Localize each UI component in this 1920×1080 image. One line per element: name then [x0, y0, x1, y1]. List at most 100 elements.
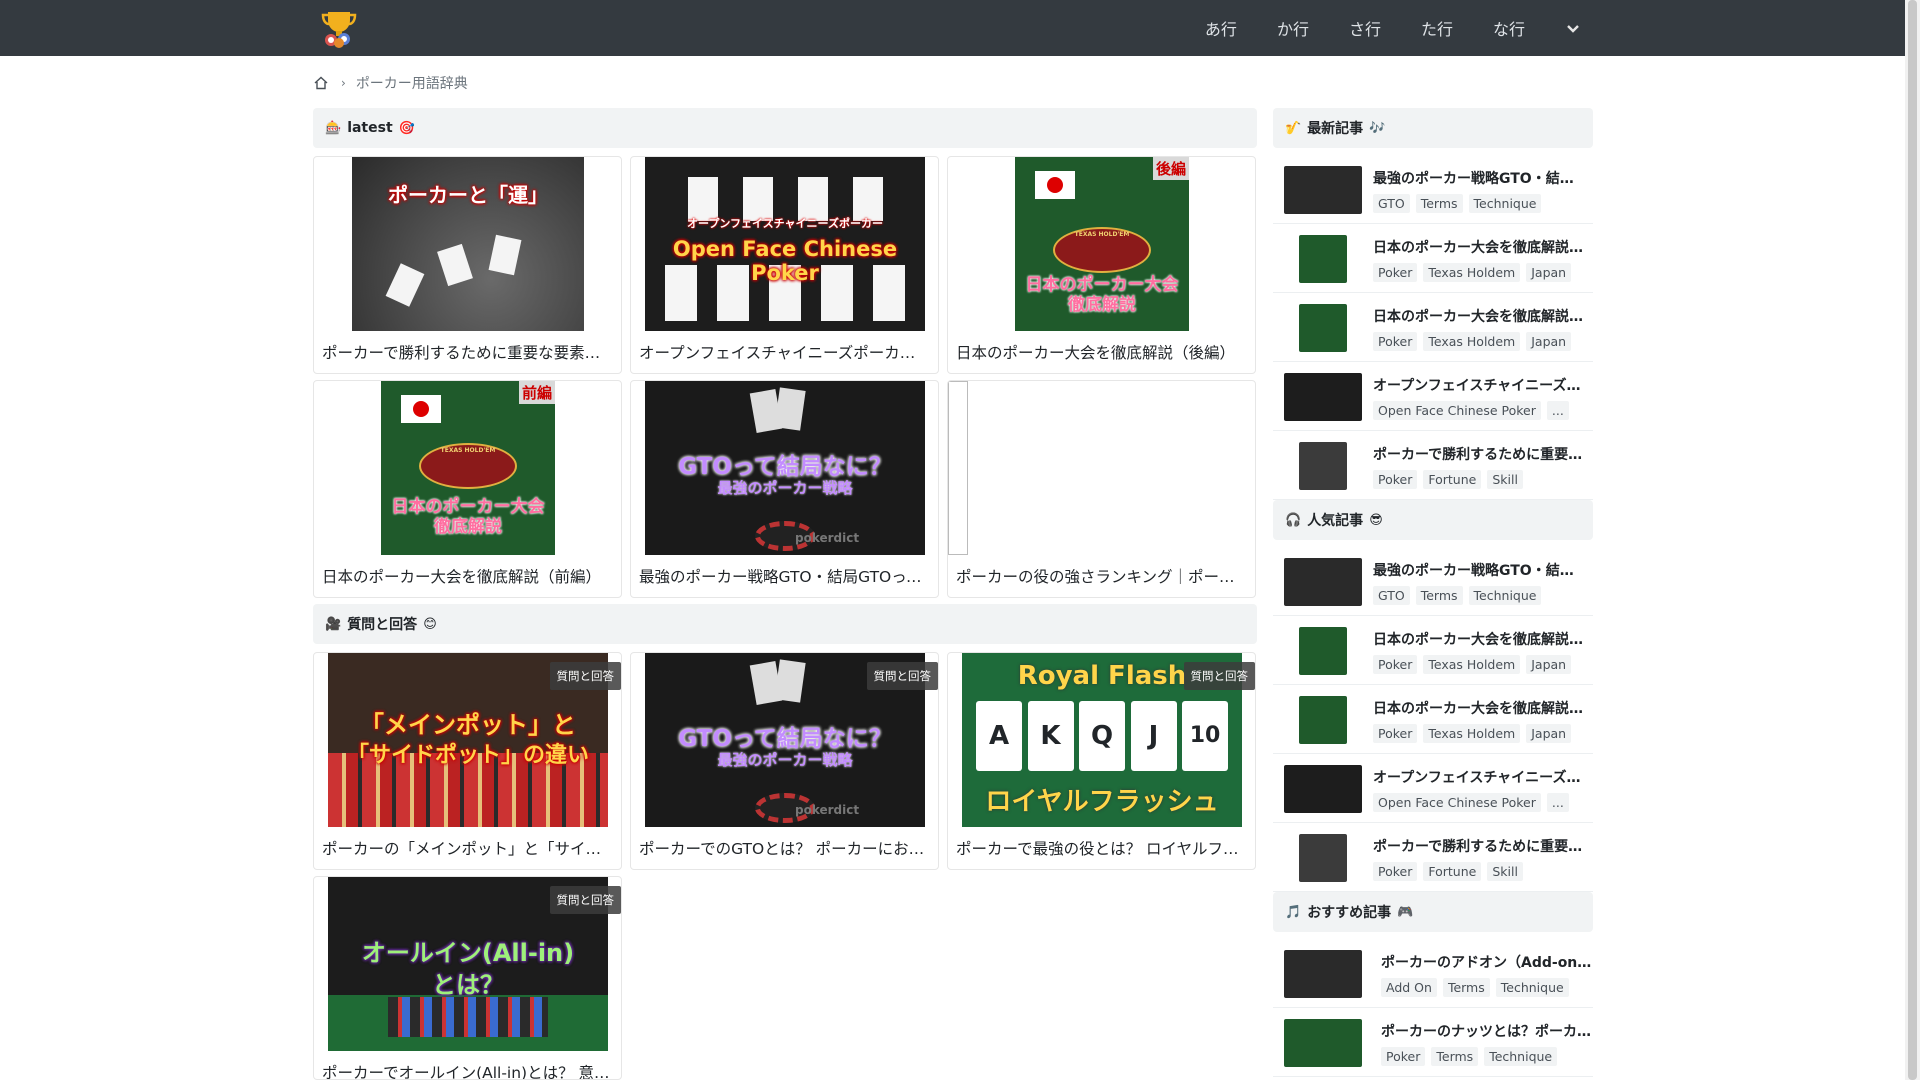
- sidebar-article-latest[interactable]: ポーカーで勝利するために重要な要素 Poker Fortune Skill: [1273, 432, 1593, 500]
- tag-chip[interactable]: GTO: [1373, 194, 1410, 213]
- article-card[interactable]: ポーカーと「運」 ポーカーで勝利するために重要な要素とは？: [313, 156, 622, 374]
- tag-chip[interactable]: Skill: [1487, 470, 1523, 489]
- sidebar-article-latest[interactable]: 最強のポーカー戦略GTO・結局GTOって何？ GTO Terms Technique: [1273, 156, 1593, 224]
- tag-chip[interactable]: Poker: [1381, 1047, 1426, 1066]
- sidebar-article-thumbnail[interactable]: [1299, 627, 1347, 675]
- nav-item-ta[interactable]: た行: [1421, 16, 1453, 40]
- sidebar-article-popular[interactable]: ポーカーで勝利するために重要な要素 Poker Fortune Skill: [1273, 824, 1593, 892]
- tag-chip[interactable]: Texas Holdem: [1423, 655, 1521, 674]
- sidebar-article-thumbnail[interactable]: [1299, 442, 1347, 490]
- tag-chip[interactable]: Fortune: [1423, 862, 1482, 881]
- sidebar-article-title[interactable]: ポーカーのアドオン（Add-on）とは？: [1381, 952, 1593, 972]
- tag-chip[interactable]: Technique: [1495, 978, 1569, 997]
- tag-chip[interactable]: Open Face Chinese Poker: [1373, 793, 1541, 812]
- sidebar-article-title[interactable]: 最強のポーカー戦略GTO・結局GTOって何？: [1373, 168, 1585, 188]
- chevron-down-icon[interactable]: [1561, 16, 1585, 40]
- tag-chip[interactable]: Texas Holdem: [1423, 332, 1521, 351]
- sidebar-article-title[interactable]: オープンフェイスチャイニーズポーカー: [1373, 375, 1585, 395]
- sidebar-article-thumbnail[interactable]: [1299, 304, 1347, 352]
- tag-chip[interactable]: Open Face Chinese Poker: [1373, 401, 1541, 420]
- sidebar-article-latest[interactable]: 日本のポーカー大会を徹底解説（後編） Poker Texas Holdem Japan: [1273, 225, 1593, 293]
- sidebar-article-title[interactable]: 日本のポーカー大会を徹底解説（前編）: [1373, 306, 1585, 326]
- category-badge[interactable]: 質問と回答: [1183, 662, 1255, 690]
- article-card[interactable]: ポーカーの役の強さランキング｜ポーカー用語辞典: [947, 380, 1256, 598]
- article-title[interactable]: オープンフェイスチャイニーズポーカー（OFC）とは？: [639, 341, 930, 363]
- sidebar-article-thumbnail[interactable]: [1284, 166, 1362, 214]
- article-title[interactable]: ポーカーで最強の役とは？ ロイヤルフラッシュ: [956, 837, 1247, 859]
- tag-chip[interactable]: GTO: [1373, 586, 1410, 605]
- page-scrollbar[interactable]: [1905, 0, 1920, 1080]
- sidebar-article-title[interactable]: 日本のポーカー大会を徹底解説（後編）: [1373, 629, 1585, 649]
- sidebar-article-latest[interactable]: 日本のポーカー大会を徹底解説（前編） Poker Texas Holdem Japan: [1273, 294, 1593, 362]
- tag-chip[interactable]: Terms: [1431, 1047, 1479, 1066]
- tag-chip[interactable]: Add On: [1381, 978, 1437, 997]
- site-logo-trophy-icon[interactable]: [319, 8, 359, 48]
- article-title[interactable]: 最強のポーカー戦略GTO・結局GTOって何？: [639, 565, 930, 587]
- nav-item-na[interactable]: な行: [1493, 16, 1525, 40]
- nav-item-a[interactable]: あ行: [1205, 16, 1237, 40]
- article-card[interactable]: Royal Flash A K Q J 10 ロイヤルフラッシュ 質問と回答 ポ…: [947, 652, 1256, 870]
- sidebar-article-title[interactable]: 日本のポーカー大会を徹底解説（後編）: [1373, 237, 1585, 257]
- article-card[interactable]: オールイン(All-in) とは？ 質問と回答 ポーカーでオールイン(All-i…: [313, 876, 622, 1080]
- tag-chip[interactable]: Japan: [1526, 263, 1572, 282]
- article-title[interactable]: ポーカーの「メインポット」と「サイドポット」の違い: [322, 837, 613, 859]
- sidebar-article-thumbnail[interactable]: [1299, 235, 1347, 283]
- home-icon[interactable]: [313, 75, 329, 91]
- tag-chip[interactable]: Texas Holdem: [1423, 724, 1521, 743]
- tag-chip[interactable]: Technique: [1468, 586, 1542, 605]
- sidebar-article-thumbnail[interactable]: [1284, 373, 1362, 421]
- article-card[interactable]: 前編 TEXAS HOLD'EM 日本のポーカー大会徹底解説 日本のポーカー大会…: [313, 380, 622, 598]
- sidebar-article-title[interactable]: ポーカーで勝利するために重要な要素: [1373, 836, 1585, 856]
- nav-item-ka[interactable]: か行: [1277, 16, 1309, 40]
- tag-chip[interactable]: Technique: [1484, 1047, 1558, 1066]
- sidebar-article-title[interactable]: ポーカーで勝利するために重要な要素: [1373, 444, 1585, 464]
- article-title[interactable]: 日本のポーカー大会を徹底解説（前編）: [322, 565, 613, 587]
- tag-chip[interactable]: Fortune: [1423, 470, 1482, 489]
- sidebar-article-popular[interactable]: 日本のポーカー大会を徹底解説（前編） Poker Texas Holdem Japan: [1273, 686, 1593, 754]
- article-card[interactable]: オープンフェイスチャイニーズポーカー Open Face Chinese Pok…: [630, 156, 939, 374]
- article-title[interactable]: 日本のポーカー大会を徹底解説（後編）: [956, 341, 1247, 363]
- sidebar-article-latest[interactable]: オープンフェイスチャイニーズポーカー Open Face Chinese Poke…: [1273, 363, 1593, 431]
- sidebar-article-title[interactable]: 最強のポーカー戦略GTO・結局GTOって何？: [1373, 560, 1585, 580]
- tag-chip[interactable]: Japan: [1526, 332, 1572, 351]
- tag-chip[interactable]: ...: [1546, 401, 1569, 420]
- sidebar-article-title[interactable]: 日本のポーカー大会を徹底解説（前編）: [1373, 698, 1585, 718]
- scrollbar-thumb[interactable]: [1908, 0, 1917, 1080]
- category-badge[interactable]: 質問と回答: [549, 662, 621, 690]
- sidebar-article-recommended[interactable]: ポーカーのアドオン（Add-on）とは？ Add On Terms Technique: [1273, 940, 1593, 1008]
- tag-chip[interactable]: Technique: [1468, 194, 1542, 213]
- sidebar-article-recommended[interactable]: ポーカーのナッツとは？ポーカー用語 Poker Terms Technique: [1273, 1009, 1593, 1077]
- article-card[interactable]: 「メインポット」と 「サイドポット」の違い 質問と回答 ポーカーの「メインポット…: [313, 652, 622, 870]
- nav-item-sa[interactable]: さ行: [1349, 16, 1381, 40]
- tag-chip[interactable]: Japan: [1526, 655, 1572, 674]
- sidebar-article-title[interactable]: オープンフェイスチャイニーズポーカー: [1373, 767, 1585, 787]
- sidebar-article-thumbnail[interactable]: [1299, 834, 1347, 882]
- tag-chip[interactable]: Poker: [1373, 862, 1418, 881]
- article-card[interactable]: 後編 TEXAS HOLD'EM 日本のポーカー大会徹底解説 日本のポーカー大会…: [947, 156, 1256, 374]
- sidebar-article-thumbnail[interactable]: [1284, 558, 1362, 606]
- sidebar-article-thumbnail[interactable]: [1284, 765, 1362, 813]
- article-title[interactable]: ポーカーでオールイン(All-in)とは？ 意味と使い方: [322, 1061, 613, 1079]
- sidebar-article-popular[interactable]: オープンフェイスチャイニーズポーカー Open Face Chinese Poke…: [1273, 755, 1593, 823]
- sidebar-article-popular[interactable]: 日本のポーカー大会を徹底解説（後編） Poker Texas Holdem Japan: [1273, 617, 1593, 685]
- category-badge[interactable]: 質問と回答: [549, 886, 621, 914]
- tag-chip[interactable]: Terms: [1415, 586, 1463, 605]
- tag-chip[interactable]: ...: [1546, 793, 1569, 812]
- tag-chip[interactable]: Skill: [1487, 862, 1523, 881]
- tag-chip[interactable]: Poker: [1373, 263, 1418, 282]
- tag-chip[interactable]: Poker: [1373, 332, 1418, 351]
- article-card[interactable]: GTOって結局なに？ 最強のポーカー戦略 pokerdict 最強のポーカー戦略…: [630, 380, 939, 598]
- category-badge[interactable]: 質問と回答: [866, 662, 938, 690]
- tag-chip[interactable]: Texas Holdem: [1423, 263, 1521, 282]
- article-card[interactable]: GTOって結局なに？ 最強のポーカー戦略 pokerdict 質問と回答 ポーカ…: [630, 652, 939, 870]
- tag-chip[interactable]: Terms: [1415, 194, 1463, 213]
- sidebar-article-thumbnail[interactable]: [1299, 696, 1347, 744]
- tag-chip[interactable]: Poker: [1373, 470, 1418, 489]
- tag-chip[interactable]: Terms: [1442, 978, 1490, 997]
- tag-chip[interactable]: Japan: [1526, 724, 1572, 743]
- article-title[interactable]: ポーカーの役の強さランキング｜ポーカー用語辞典: [956, 565, 1247, 587]
- article-title[interactable]: ポーカーでのGTOとは？ ポーカーにおける最強戦略: [639, 837, 930, 859]
- article-title[interactable]: ポーカーで勝利するために重要な要素とは？: [322, 341, 613, 363]
- tag-chip[interactable]: Poker: [1373, 655, 1418, 674]
- sidebar-article-thumbnail[interactable]: [1284, 950, 1362, 998]
